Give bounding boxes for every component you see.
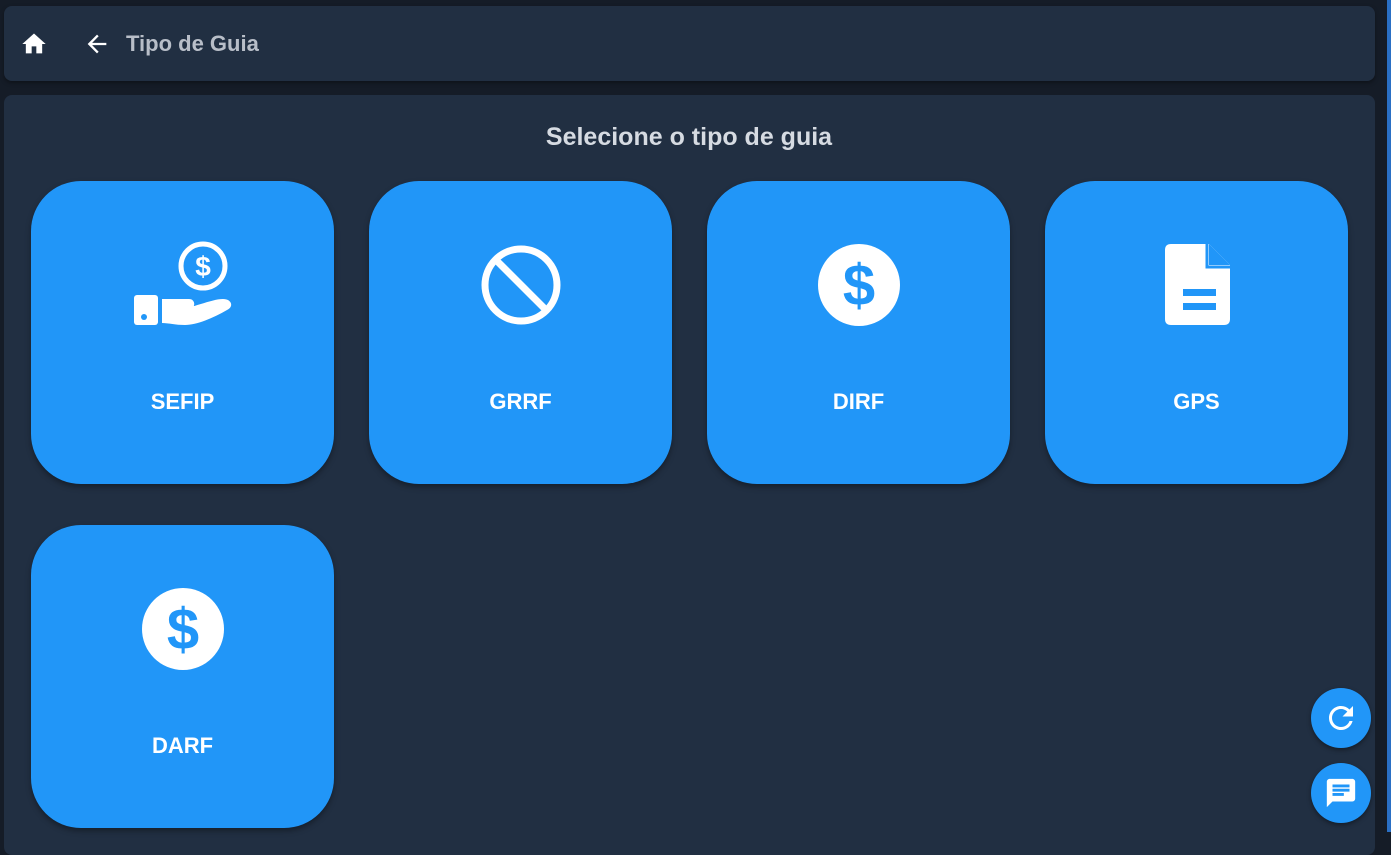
back-button[interactable] xyxy=(80,30,114,58)
window-edge xyxy=(1387,0,1391,832)
refresh-button[interactable] xyxy=(1311,688,1371,748)
card-grrf[interactable]: GRRF xyxy=(369,181,672,484)
card-label: GPS xyxy=(1173,389,1220,414)
svg-text:$: $ xyxy=(195,251,211,282)
dollar-circle-icon: $ xyxy=(141,588,224,670)
card-label: DIRF xyxy=(832,389,885,414)
card-label: DARF xyxy=(151,733,214,758)
chat-icon xyxy=(1326,778,1356,808)
svg-text:$: $ xyxy=(842,253,874,318)
dollar-circle-icon: $ xyxy=(817,244,900,326)
arrow-left-icon xyxy=(87,34,107,54)
hand-coin-icon: $ xyxy=(134,241,232,325)
card-label: GRRF xyxy=(489,389,552,414)
svg-text:$: $ xyxy=(166,597,198,662)
block-icon xyxy=(481,245,560,325)
card-label: SEFIP xyxy=(150,389,215,414)
card-dirf[interactable]: $ DIRF xyxy=(707,181,1010,484)
top-bar: Tipo de Guia xyxy=(4,6,1375,81)
chat-button[interactable] xyxy=(1311,763,1371,823)
document-icon xyxy=(1164,244,1230,325)
section-heading: Selecione o tipo de guia xyxy=(545,123,833,151)
refresh-icon xyxy=(1329,706,1353,730)
card-sefip[interactable]: $ SEFIP xyxy=(31,181,334,484)
card-gps[interactable]: GPS xyxy=(1045,181,1348,484)
home-icon xyxy=(22,33,46,54)
page-title: Tipo de Guia xyxy=(126,31,259,56)
home-button[interactable] xyxy=(18,30,50,58)
card-darf[interactable]: $ DARF xyxy=(31,525,334,828)
